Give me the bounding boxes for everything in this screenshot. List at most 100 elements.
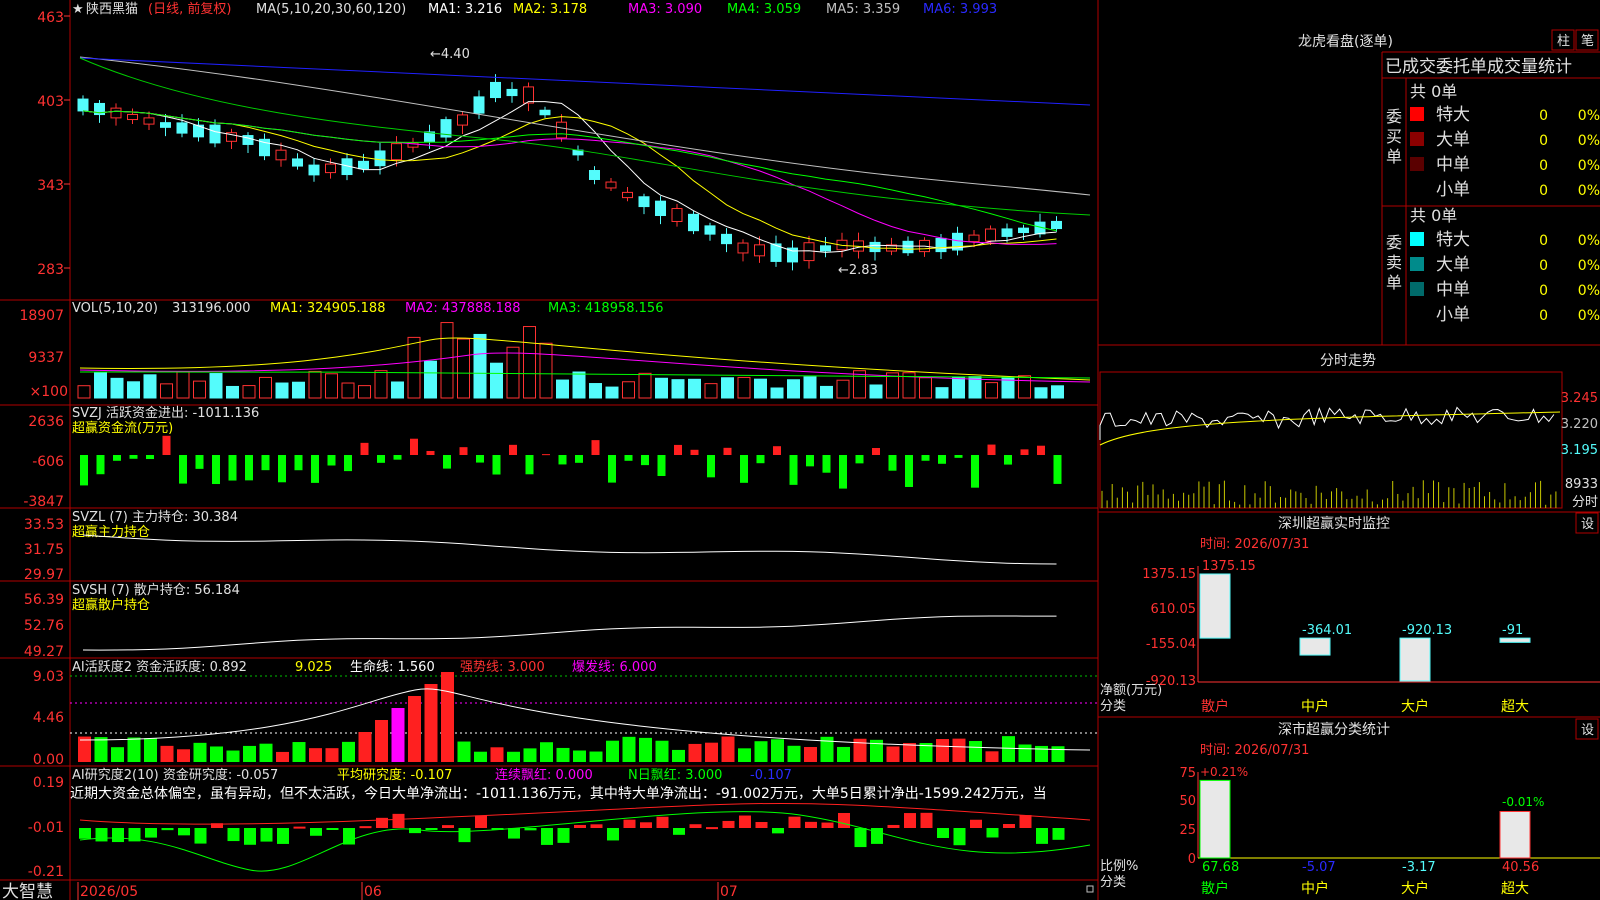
ai2-axis-2: -0.01 [28,820,64,836]
ss-category-label: 中户 [1301,880,1329,897]
fundflow-bar [624,455,633,461]
ai2-axis-1: 0.19 [33,775,64,791]
buy-row-count: 0 [1539,158,1548,174]
activity-bar [457,741,471,762]
ss-ylabel: 比例% [1100,859,1138,874]
lock-icon [1086,885,1094,893]
sz-value-label: -920.13 [1402,623,1452,638]
ss-axis-label: 0 [1188,852,1196,867]
volume-bar [688,378,701,399]
activity-bar [144,738,157,762]
research-bar [244,828,256,845]
volume-bar [110,377,124,399]
activity-bar [375,720,388,762]
fundflow-bar [360,442,369,455]
volume-bar [572,371,586,399]
ai2-v3: 连续飘红: 0.000 [495,767,593,783]
sz-title: 深圳超赢实时监控 [1278,515,1390,532]
ss-value-label: 40.56 [1502,860,1539,875]
candle-body [985,228,996,242]
ma5-value: MA5: 3.359 [826,2,900,17]
candle-body [275,149,287,161]
sz-time: 时间: 2026/07/31 [1200,537,1309,552]
ss-bar [1499,810,1531,859]
ai1-v3: 生命线: 1.560 [350,659,435,675]
fundflow-bar [509,444,517,455]
research-bar [1003,824,1015,828]
volume-bar [523,326,536,399]
dragon-title: 龙虎看盘(逐单) [1298,33,1393,50]
candle-body [556,121,567,139]
volume-bar [193,380,206,399]
ss-top-label: +0.21% [1200,765,1248,779]
candle-body [605,181,617,189]
research-bar [805,821,817,828]
volume-bar [787,379,800,399]
svzj-axis-1: 2636 [28,414,64,430]
research-line [79,802,1091,825]
sz-value-label: 1375.15 [1202,559,1256,574]
candle-body [160,122,171,128]
volume-bar [209,373,223,399]
volume-bar [176,371,190,399]
fundflow-bar [393,455,402,460]
candle-body [820,245,831,252]
price-legend: ★ 陕西黑猫 (日线, 前复权) MA(5,10,20,30,60,120) M… [72,1,997,17]
volume-bar [127,381,140,399]
volume-bar [325,373,338,399]
volume-bar [77,385,91,399]
activity-bar [589,751,603,762]
sell-row-count: 0 [1539,283,1548,299]
activity-bar [754,741,768,762]
period-label: (日线, 前复权) [148,1,231,17]
fundflow-bar [129,455,138,459]
activity-bar [1002,736,1015,762]
activity-bar [111,747,124,762]
candle-body [1018,227,1029,234]
volume-bar [391,381,404,399]
fundflow-bar [261,455,270,471]
ss-category-label: 散户 [1201,880,1229,897]
fundflow-bar [789,455,798,485]
fundflow-bar [80,455,88,486]
volume-bar [143,374,157,399]
sz-axis-label: 1375.15 [1142,567,1196,582]
sell-row-count: 0 [1539,258,1548,274]
candle-body [473,96,485,114]
buy-row-label: 特大 [1436,105,1470,125]
activity-bar [886,746,900,762]
ai2-v4: N日飘红: 3.000 [628,767,722,783]
fundflow-bar [905,455,913,487]
volume-bar [770,387,784,399]
fenshi-vol: 8933 [1565,477,1598,492]
svzj-sub: 超赢资金流(万元) [72,420,173,436]
stock-chart-canvas[interactable]: ★ 陕西黑猫 (日线, 前复权) MA(5,10,20,30,60,120) M… [0,0,1600,900]
fundflow-bar [987,444,996,455]
activity-bar [606,740,619,762]
fundflow-bar [971,455,979,488]
volume-bar [869,384,883,399]
volume-bar [754,378,767,399]
fenshi-title: 分时走势 [1320,353,1376,369]
activity-bar [474,751,487,762]
fundflow-bar [542,454,550,456]
sell-row-percent: 0% [1578,283,1600,299]
sell-row-percent: 0% [1578,233,1600,249]
activity-bar [490,747,504,762]
activity-bar [226,750,240,762]
activity-bar [556,747,570,762]
volume-bar [490,362,503,399]
ma6-line [79,57,1091,106]
activity-bar [259,743,273,762]
ai2-v5: -0.107 [750,768,792,783]
activity-bar [424,684,438,762]
volume-bar [704,383,718,399]
volume-bar [836,379,850,399]
research-bar [293,826,306,829]
svzl-legend: SVZL (7) 主力持仓: 30.384 超赢主力持仓 [72,510,238,540]
fundflow-bar [195,455,204,469]
sz-ylabel: 净额(万元) [1100,683,1162,698]
research-bar [475,815,487,828]
left-axis-labels: 463 403 343 283 18907 9337 ×100 2636 -60… [19,10,68,880]
volume-bar [671,379,685,399]
